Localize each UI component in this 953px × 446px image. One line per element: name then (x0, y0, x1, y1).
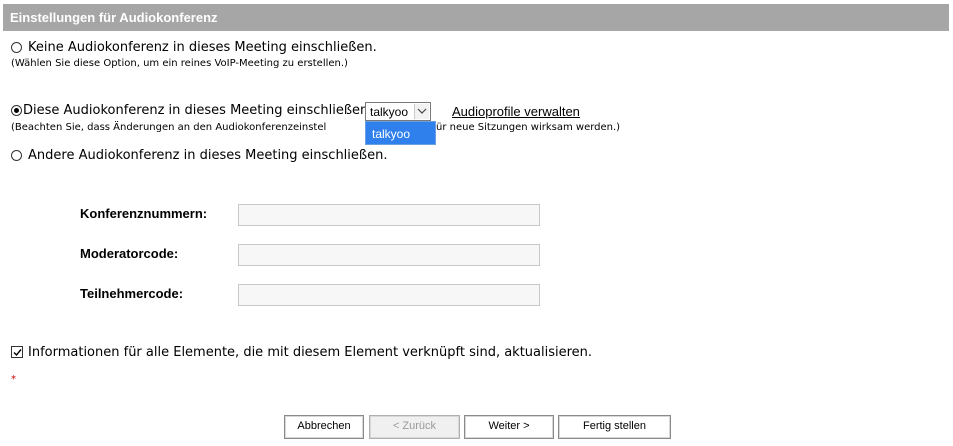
moderator-code-label: Moderatorcode: (80, 246, 179, 261)
update-linked-items-checkbox[interactable] (11, 346, 23, 358)
conference-numbers-input[interactable] (238, 204, 540, 226)
section-title: Einstellungen für Audiokonferenz (10, 10, 218, 25)
audio-profile-dropdown-option[interactable]: talkyoo (365, 121, 436, 145)
cancel-button[interactable]: Abbrechen (284, 415, 364, 439)
audio-profile-select[interactable]: talkyoo (365, 102, 431, 121)
radio-other-audio-conference[interactable] (11, 150, 22, 161)
update-linked-items-label: Informationen für alle Elemente, die mit… (28, 345, 593, 360)
next-button[interactable]: Weiter > (464, 415, 554, 439)
this-audio-hint: (Beachten Sie, dass Änderungen an den Au… (11, 122, 327, 133)
required-marker: * (11, 374, 16, 385)
this-audio-hint-tail: ür neue Sitzungen wirksam werden.) (436, 122, 621, 133)
no-audio-hint: (Wählen Sie diese Option, um ein reines … (11, 58, 348, 69)
radio-this-audio-conference[interactable] (11, 105, 22, 116)
audio-profile-select-value: talkyoo (370, 105, 409, 119)
manage-audio-profiles-link[interactable]: Audioprofile verwalten (452, 104, 580, 119)
chevron-down-icon[interactable] (414, 104, 429, 119)
radio-this-audio-conference-label: Diese Audiokonferenz in dieses Meeting e… (23, 103, 373, 118)
moderator-code-input[interactable] (238, 244, 540, 266)
conference-numbers-label: Konferenznummern: (80, 206, 208, 221)
participant-code-input[interactable] (238, 284, 540, 306)
radio-no-audio-conference-label: Keine Audiokonferenz in dieses Meeting e… (28, 40, 377, 55)
radio-other-audio-conference-label: Andere Audiokonferenz in dieses Meeting … (28, 148, 388, 163)
participant-code-label: Teilnehmercode: (80, 286, 184, 301)
back-button[interactable]: < Zurück (369, 415, 460, 439)
section-header: Einstellungen für Audiokonferenz (3, 4, 949, 31)
radio-no-audio-conference[interactable] (11, 42, 22, 53)
finish-button[interactable]: Fertig stellen (558, 415, 671, 439)
